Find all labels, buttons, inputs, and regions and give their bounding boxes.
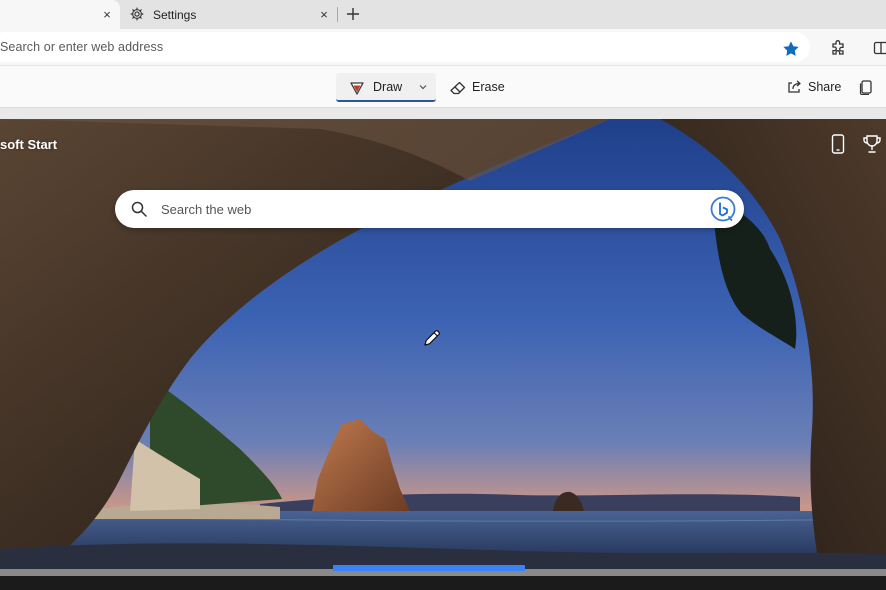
split-screen-icon[interactable] <box>873 40 886 56</box>
tab-settings[interactable]: Settings × <box>121 0 337 29</box>
page-frame <box>0 108 886 590</box>
gear-icon <box>130 7 144 21</box>
page-divider <box>0 108 886 119</box>
draw-button[interactable]: Draw <box>336 73 436 102</box>
bing-icon[interactable] <box>710 196 736 222</box>
phone-icon[interactable] <box>830 134 846 154</box>
erase-label: Erase <box>472 80 505 94</box>
address-bar: Search or enter web address <box>0 29 886 65</box>
share-label: Share <box>808 80 842 94</box>
plus-icon <box>347 8 359 20</box>
pencil-cursor-icon <box>424 330 440 346</box>
extensions-icon[interactable] <box>830 39 848 57</box>
search-placeholder: Search the web <box>161 202 252 217</box>
erase-button[interactable]: Erase <box>448 73 512 102</box>
draw-label: Draw <box>373 80 403 94</box>
tab-close-button[interactable]: × <box>100 7 114 22</box>
draw-toolbar: Draw Erase Share <box>0 65 886 108</box>
tab-close-button[interactable]: × <box>317 7 331 22</box>
tab-strip: × Settings × <box>0 0 886 29</box>
tab-active[interactable]: × <box>0 0 120 29</box>
tab-settings-label: Settings <box>153 7 197 22</box>
search-icon <box>131 201 147 217</box>
share-button[interactable]: Share <box>784 73 848 102</box>
share-icon <box>788 80 801 93</box>
address-input[interactable]: Search or enter web address <box>0 32 810 62</box>
brand-title[interactable]: soft Start <box>0 137 57 152</box>
eraser-icon <box>450 81 466 95</box>
address-placeholder: Search or enter web address <box>0 40 164 54</box>
copy-icon[interactable] <box>858 79 874 95</box>
star-icon[interactable] <box>782 40 800 58</box>
tab-separator <box>337 7 338 22</box>
chevron-down-icon[interactable] <box>418 82 428 92</box>
background-image <box>0 119 886 569</box>
new-tab-button[interactable] <box>343 4 363 24</box>
trophy-icon[interactable] <box>862 134 882 154</box>
pen-icon <box>350 82 364 95</box>
web-search-input[interactable]: Search the web <box>115 190 744 228</box>
scroll-indicator[interactable] <box>333 565 525 571</box>
